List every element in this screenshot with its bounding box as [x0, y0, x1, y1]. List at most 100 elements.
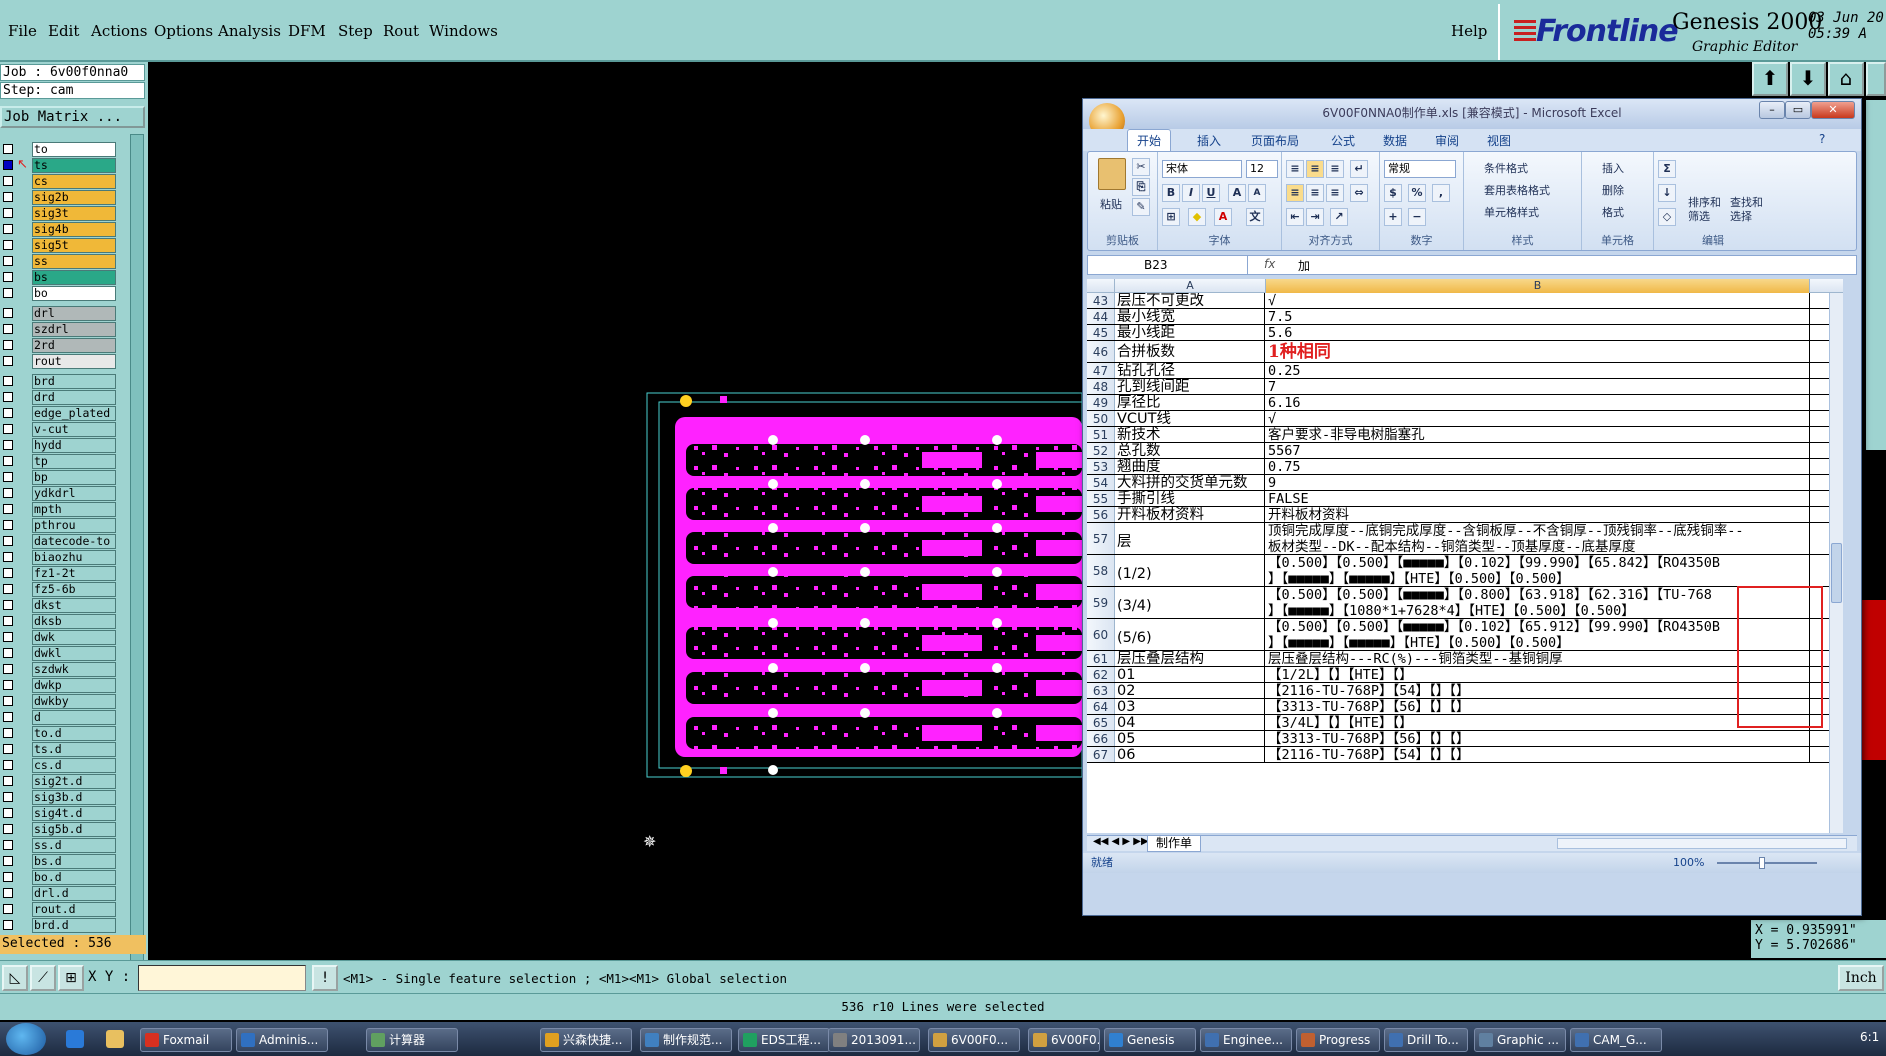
layer-row[interactable]: sig4b: [0, 222, 118, 237]
underline-icon[interactable]: U: [1202, 184, 1220, 202]
align-bottom-icon[interactable]: ≡: [1326, 160, 1344, 178]
layer-checkbox[interactable]: [3, 856, 13, 866]
find-select-button[interactable]: 查找和选择: [1730, 196, 1766, 224]
cell-b[interactable]: 【0.500】【0.500】【■■■■■】【0.800】【63.918】【62.…: [1266, 587, 1810, 618]
row-number[interactable]: 62: [1087, 667, 1115, 682]
layer-name[interactable]: cs: [32, 174, 116, 189]
layer-checkbox[interactable]: [3, 824, 13, 834]
cell-b[interactable]: 顶铜完成厚度--底铜完成厚度--含铜板厚--不含铜厚--顶残铜率--底残铜率--…: [1266, 523, 1810, 554]
layer-row[interactable]: drl: [0, 306, 118, 321]
layer-row[interactable]: szdrl: [0, 322, 118, 337]
cell-b[interactable]: 6.16: [1266, 395, 1810, 410]
row-number[interactable]: 47: [1087, 363, 1115, 378]
font-color-icon[interactable]: A: [1214, 208, 1232, 226]
row-number[interactable]: 55: [1087, 491, 1115, 506]
layer-name[interactable]: sig2t.d: [32, 774, 116, 789]
sheet-tab[interactable]: 制作单: [1147, 836, 1201, 852]
layer-name[interactable]: sig3b.d: [32, 790, 116, 805]
taskbar-item[interactable]: Graphic ...: [1474, 1028, 1566, 1052]
toolbar-more-icon[interactable]: [1866, 62, 1886, 96]
row-number[interactable]: 60: [1087, 619, 1115, 650]
fx-icon[interactable]: fx: [1264, 257, 1275, 271]
cell-b[interactable]: 层压叠层结构---RC(%)---铜箔类型--基铜铜厚: [1266, 651, 1810, 666]
open-job-icon[interactable]: ⬆: [1752, 62, 1788, 96]
layer-checkbox[interactable]: [3, 488, 13, 498]
layer-checkbox[interactable]: [3, 504, 13, 514]
taskbar-item[interactable]: 计算器: [366, 1028, 458, 1052]
menu-dfm[interactable]: DFM: [288, 22, 326, 40]
cell-b[interactable]: FALSE: [1266, 491, 1810, 506]
info-icon[interactable]: !: [312, 965, 338, 991]
taskbar-item[interactable]: 6V00F0...: [1028, 1028, 1100, 1052]
layer-row[interactable]: sig5t: [0, 238, 118, 253]
row-number[interactable]: 48: [1087, 379, 1115, 394]
row-number[interactable]: 43: [1087, 293, 1115, 308]
cell-b[interactable]: 7: [1266, 379, 1810, 394]
layer-name[interactable]: biaozhu: [32, 550, 116, 565]
layer-row[interactable]: hydd: [0, 438, 118, 453]
decrease-indent-icon[interactable]: ⇤: [1286, 208, 1304, 226]
zoom-thumb[interactable]: [1759, 857, 1765, 869]
layer-row[interactable]: bo.d: [0, 870, 118, 885]
cell-b[interactable]: 5567: [1266, 443, 1810, 458]
layer-name[interactable]: drl.d: [32, 886, 116, 901]
column-a-header[interactable]: A: [1115, 279, 1266, 293]
row-number[interactable]: 59: [1087, 587, 1115, 618]
layer-checkbox[interactable]: [3, 600, 13, 610]
row-number[interactable]: 67: [1087, 747, 1115, 762]
layer-checkbox[interactable]: [3, 536, 13, 546]
layer-scrollbar[interactable]: [130, 134, 144, 994]
cell-a[interactable]: 04: [1115, 715, 1265, 730]
row-number[interactable]: 64: [1087, 699, 1115, 714]
cell-a[interactable]: 01: [1115, 667, 1265, 682]
restore-button[interactable]: ▭: [1785, 101, 1811, 119]
layer-name[interactable]: dwkl: [32, 646, 116, 661]
layer-name[interactable]: brd.d: [32, 918, 116, 933]
layer-name[interactable]: edge_plated: [32, 406, 116, 421]
layer-name[interactable]: fz1-2t: [32, 566, 116, 581]
increase-indent-icon[interactable]: ⇥: [1306, 208, 1324, 226]
layer-name[interactable]: d: [32, 710, 116, 725]
menu-windows[interactable]: Windows: [429, 22, 498, 40]
menu-options[interactable]: Options: [154, 22, 213, 40]
layer-name[interactable]: dkst: [32, 598, 116, 613]
explorer-icon[interactable]: [106, 1030, 124, 1048]
layer-row[interactable]: ss.d: [0, 838, 118, 853]
layer-checkbox[interactable]: [3, 408, 13, 418]
row-number[interactable]: 52: [1087, 443, 1115, 458]
menu-analysis[interactable]: Analysis: [218, 22, 281, 40]
zoom-slider[interactable]: [1717, 862, 1817, 864]
layer-name[interactable]: pthrou: [32, 518, 116, 533]
layer-checkbox[interactable]: [3, 144, 13, 154]
layer-row[interactable]: dwk: [0, 630, 118, 645]
close-button[interactable]: ✕: [1811, 101, 1855, 119]
cell-a[interactable]: 最小线宽: [1115, 309, 1265, 324]
align-top-icon[interactable]: ≡: [1286, 160, 1304, 178]
cell-b[interactable]: 【2116-TU-768P】【54】【】【】: [1266, 683, 1810, 698]
cut-icon[interactable]: ✂: [1132, 158, 1150, 176]
layer-row[interactable]: sig2t.d: [0, 774, 118, 789]
insert-cells-button[interactable]: 插入: [1602, 160, 1624, 176]
layer-name[interactable]: rout.d: [32, 902, 116, 917]
cell-a[interactable]: 层: [1115, 523, 1265, 554]
cell-b[interactable]: 【3/4L】【】【HTE】【】: [1266, 715, 1810, 730]
tab-review[interactable]: 审阅: [1435, 132, 1459, 149]
row-number[interactable]: 61: [1087, 651, 1115, 666]
layer-row[interactable]: bs.d: [0, 854, 118, 869]
layer-row[interactable]: brd: [0, 374, 118, 389]
cell-a[interactable]: 大料拼的交货单元数: [1115, 475, 1265, 490]
layer-row[interactable]: brd.d: [0, 918, 118, 933]
layer-name[interactable]: ts.d: [32, 742, 116, 757]
format-painter-icon[interactable]: ✎: [1132, 198, 1150, 216]
font-size-select[interactable]: 12: [1246, 160, 1278, 178]
layer-checkbox[interactable]: [3, 520, 13, 530]
fill-icon[interactable]: ↓: [1658, 184, 1676, 202]
layer-name[interactable]: bp: [32, 470, 116, 485]
menu-step[interactable]: Step: [338, 22, 373, 40]
layer-row[interactable]: bo: [0, 286, 118, 301]
tab-data[interactable]: 数据: [1383, 132, 1407, 149]
cell-a[interactable]: VCUT线: [1115, 411, 1265, 426]
cell-b[interactable]: 【1/2L】【】【HTE】【】: [1266, 667, 1810, 682]
layer-row[interactable]: rout.d: [0, 902, 118, 917]
layer-checkbox[interactable]: [3, 272, 13, 282]
